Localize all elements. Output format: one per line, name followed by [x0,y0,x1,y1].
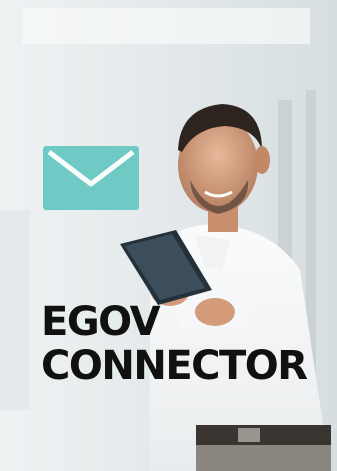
brand-title-line-1: EGOV [41,299,161,345]
background-photo [0,0,337,471]
brand-title: EGOV CONNECTOR [41,299,308,389]
brand-title-line-2: CONNECTOR [41,343,308,389]
envelope-icon [43,146,139,210]
promo-card: EGOV CONNECTOR [0,0,337,471]
